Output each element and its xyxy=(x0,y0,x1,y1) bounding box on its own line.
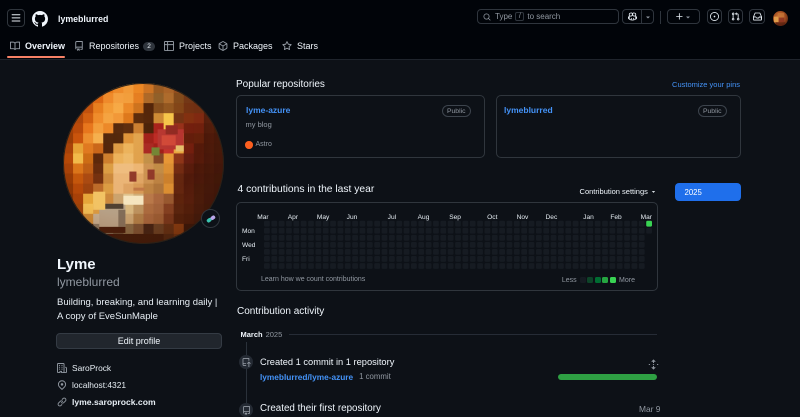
svg-text:Aug: Aug xyxy=(418,214,430,221)
svg-text:Wed: Wed xyxy=(242,242,256,249)
svg-text:Sep: Sep xyxy=(449,214,461,221)
svg-text:Mon: Mon xyxy=(242,228,255,235)
svg-text:Apr: Apr xyxy=(288,214,299,221)
svg-text:Dec: Dec xyxy=(546,214,558,221)
svg-text:Jul: Jul xyxy=(388,214,397,221)
svg-text:May: May xyxy=(317,214,330,221)
svg-text:Feb: Feb xyxy=(610,214,622,221)
svg-text:Jun: Jun xyxy=(347,214,358,221)
svg-text:Jan: Jan xyxy=(583,214,594,221)
svg-text:Mar: Mar xyxy=(641,214,653,221)
svg-text:Mar: Mar xyxy=(257,214,269,221)
svg-text:Fri: Fri xyxy=(242,256,250,263)
svg-text:Oct: Oct xyxy=(487,214,497,221)
svg-text:Nov: Nov xyxy=(517,214,529,221)
